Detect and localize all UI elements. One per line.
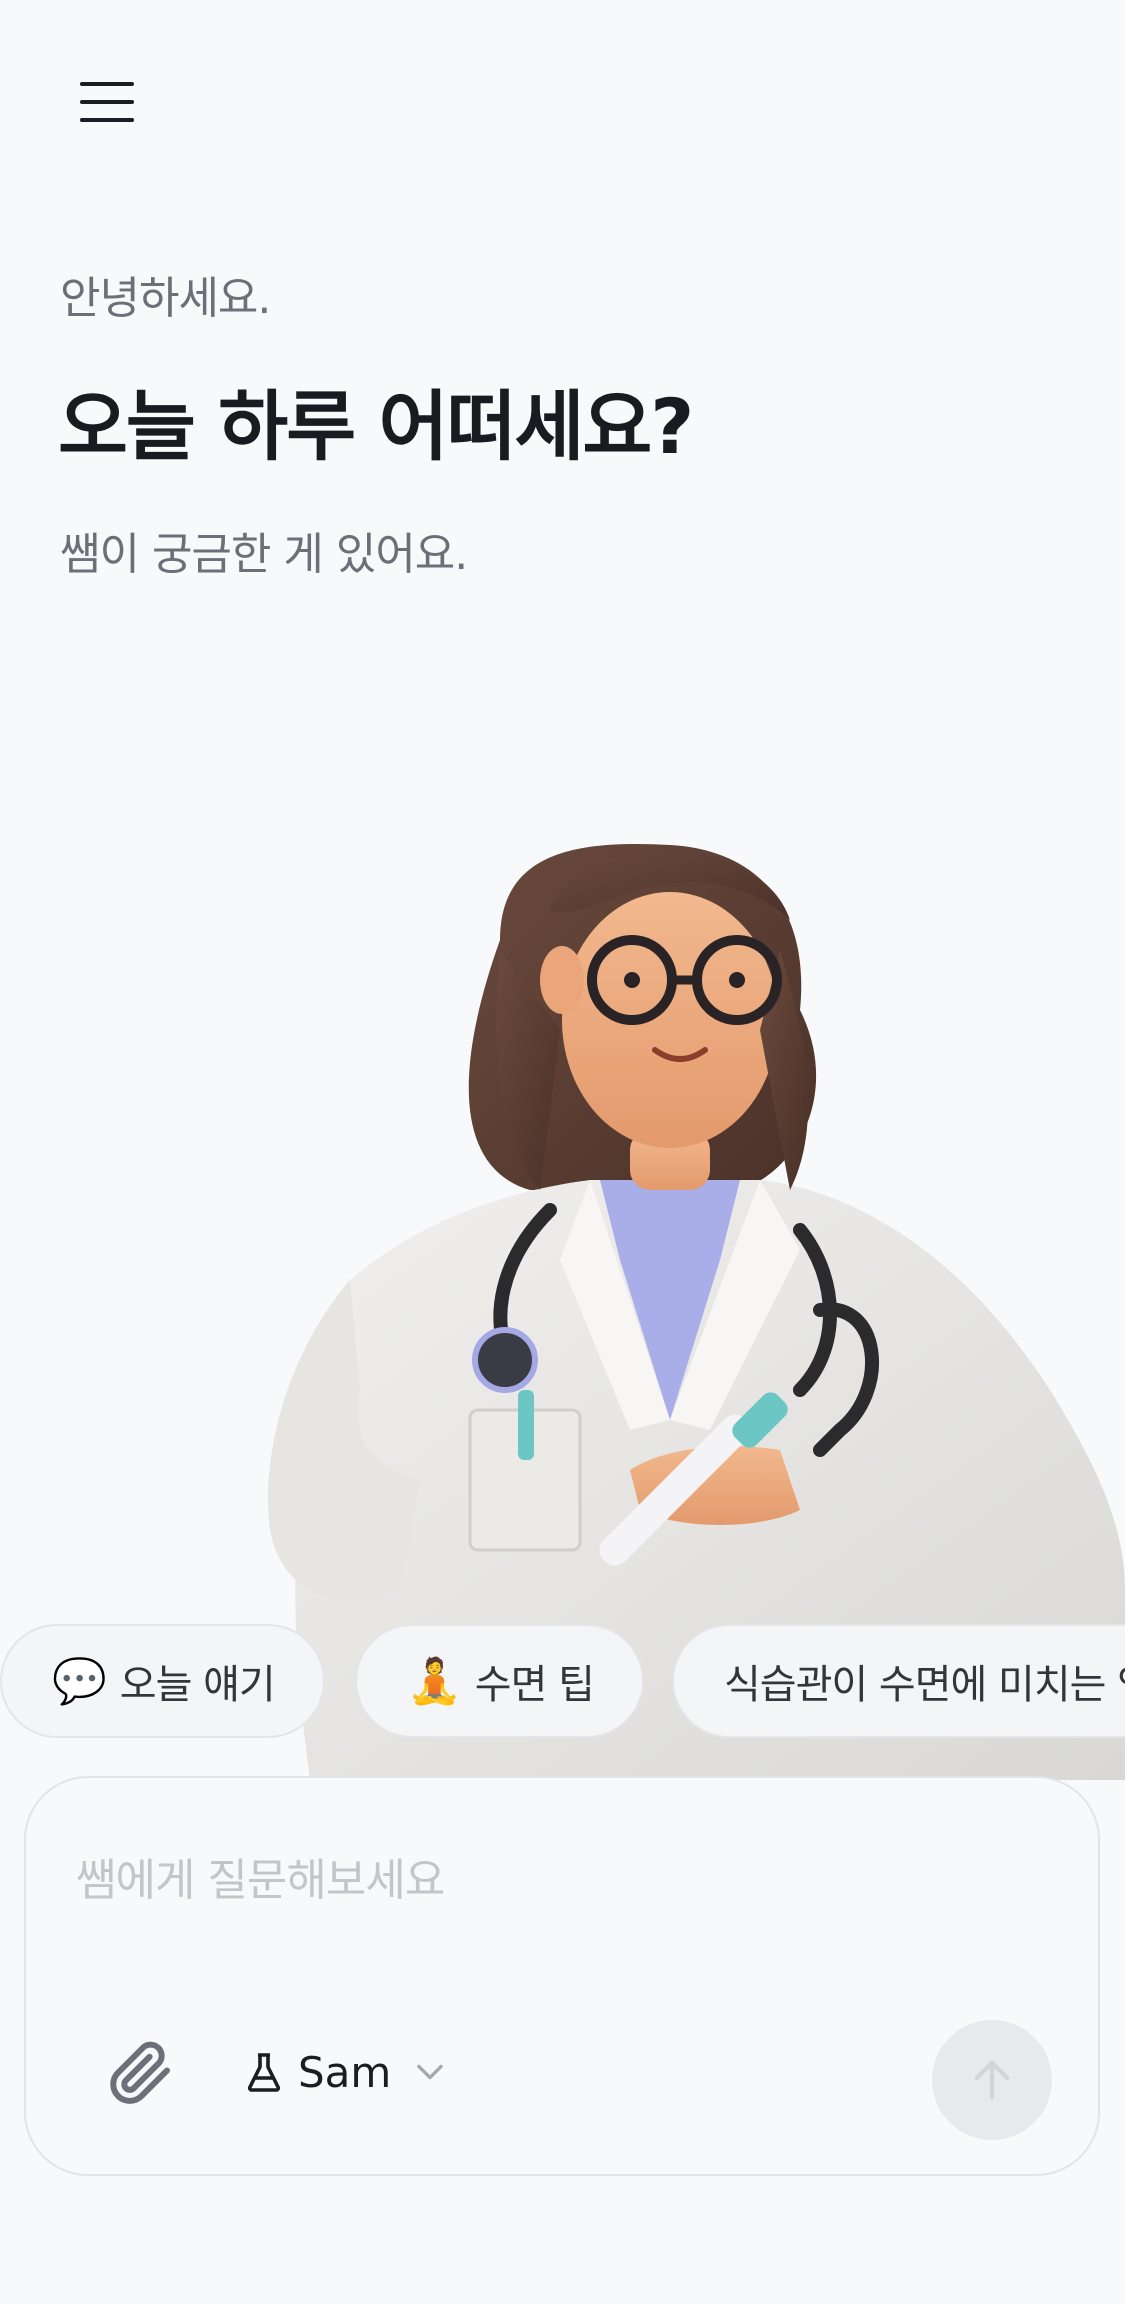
speech-bubble-icon: 💬 xyxy=(52,1656,107,1707)
chip-label: 수면 팁 xyxy=(474,1662,595,1708)
model-label: Sam xyxy=(298,2047,392,2097)
greeting-hello: 안녕하세요. xyxy=(60,273,271,324)
arrow-up-icon xyxy=(974,2060,1010,2100)
hamburger-menu-icon[interactable] xyxy=(60,60,156,144)
chip-label: 식습관이 수면에 미치는 영향 xyxy=(724,1662,1125,1708)
chip-sleep-tips[interactable]: 🧘 수면 팁 xyxy=(355,1624,644,1738)
model-selector[interactable]: Sam xyxy=(246,2040,444,2104)
chip-label: 오늘 얘기 xyxy=(119,1662,276,1708)
paperclip-icon[interactable] xyxy=(104,2036,176,2108)
send-button[interactable] xyxy=(932,2020,1052,2140)
greeting-subtitle: 쌤이 궁금한 게 있어요. xyxy=(60,529,468,580)
home-screen: 안녕하세요. 오늘 하루 어떠세요? 쌤이 궁금한 게 있어요. 💬 오늘 얘기… xyxy=(0,0,1125,2304)
chevron-down-icon xyxy=(417,2064,444,2080)
suggestion-chips: 💬 오늘 얘기 🧘 수면 팁 식습관이 수면에 미치는 영향 xyxy=(0,1624,1125,1740)
chip-today-talk[interactable]: 💬 오늘 얘기 xyxy=(0,1624,325,1738)
message-input[interactable] xyxy=(76,1850,976,1910)
page-title: 오늘 하루 어떠세요? xyxy=(58,382,694,471)
meditation-icon: 🧘 xyxy=(407,1656,462,1707)
flask-icon xyxy=(247,2053,281,2092)
chat-composer: Sam xyxy=(24,1776,1100,2176)
chip-diet-sleep[interactable]: 식습관이 수면에 미치는 영향 xyxy=(672,1624,1125,1738)
